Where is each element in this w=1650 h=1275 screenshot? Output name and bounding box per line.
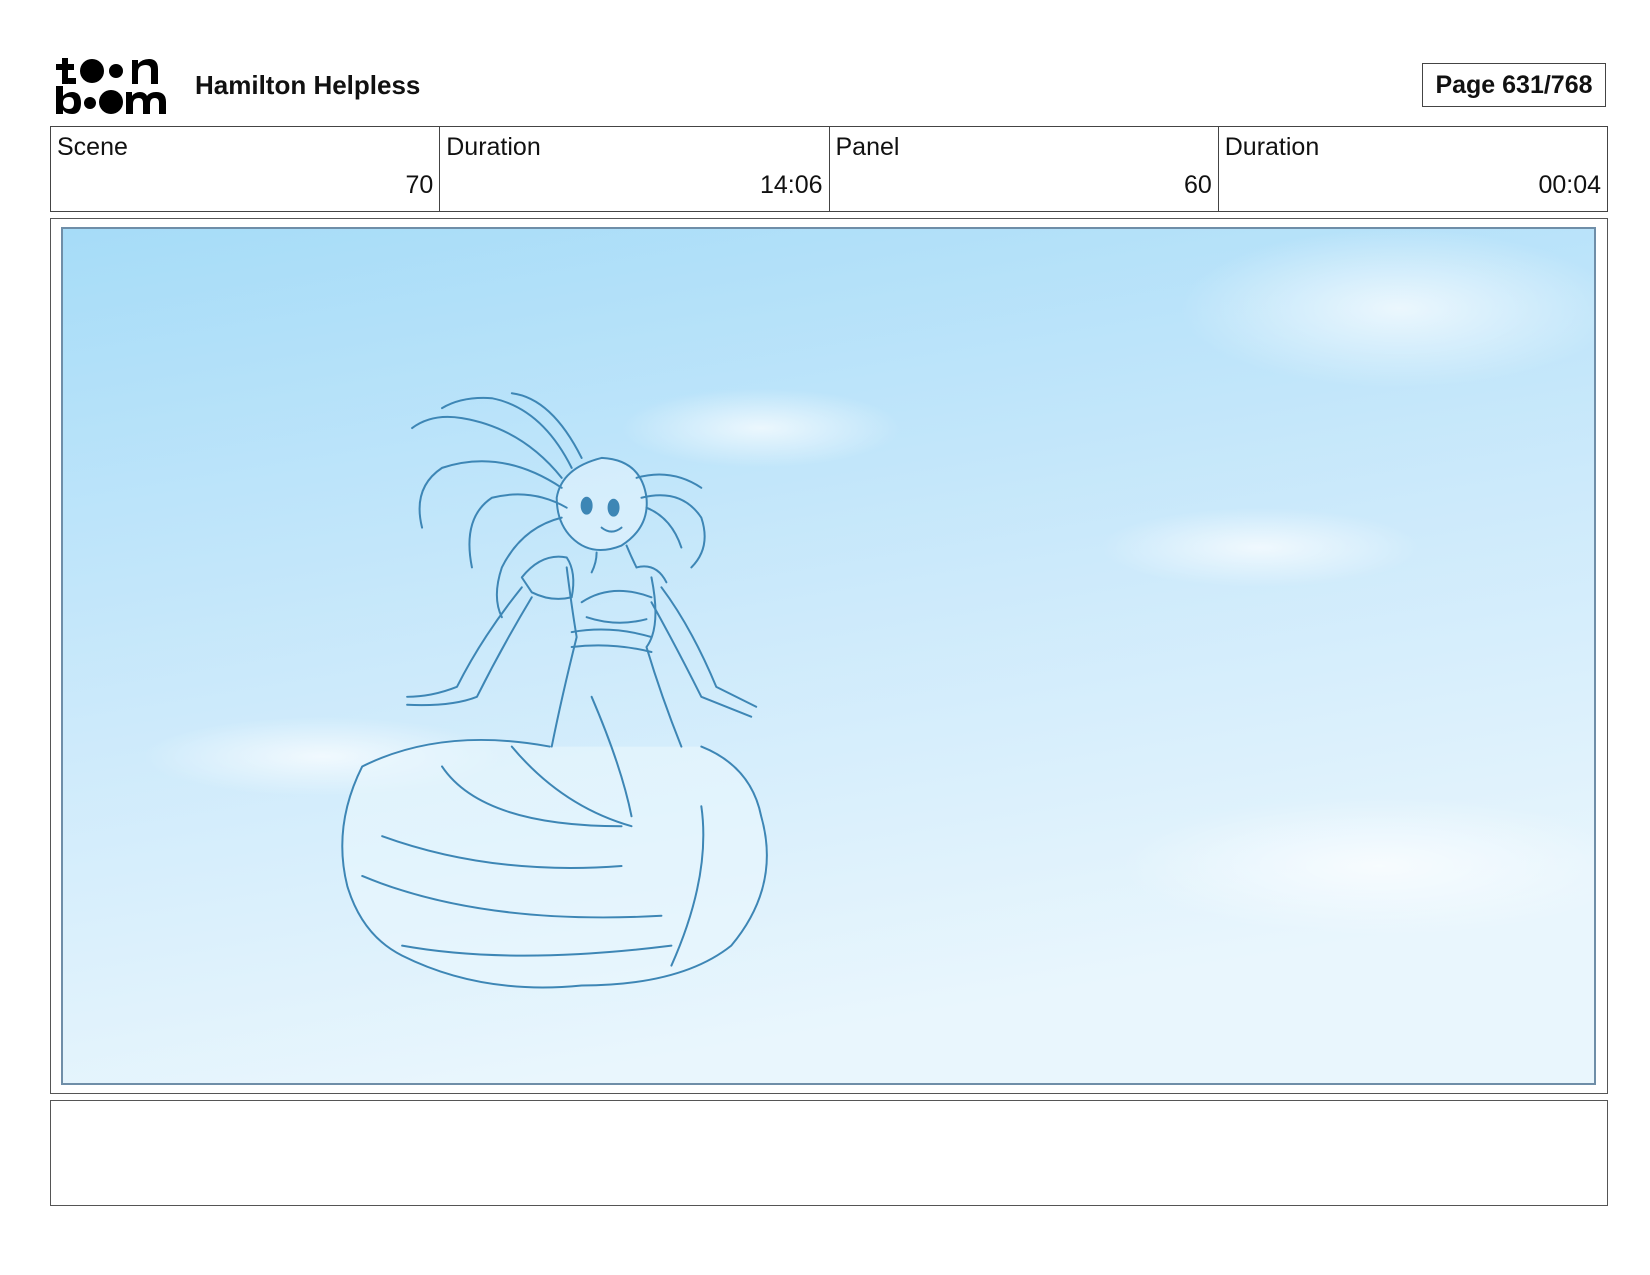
toonboom-logo <box>56 58 166 114</box>
page-indicator: Page 631/768 <box>1422 63 1606 107</box>
panel-label: Panel <box>835 133 900 161</box>
panel-frame <box>50 218 1608 1094</box>
storyboard-sketch-icon <box>63 229 1594 1083</box>
scene-duration-value: 14:06 <box>759 171 823 199</box>
document-title: Hamilton Helpless <box>195 70 421 100</box>
panel-cell: Panel 60 <box>830 127 1219 211</box>
panel-image <box>61 227 1596 1085</box>
panel-duration-cell: Duration 00:04 <box>1219 127 1607 211</box>
panel-duration-label: Duration <box>1224 133 1320 161</box>
panel-duration-value: 00:04 <box>1538 171 1601 199</box>
scene-cell: Scene 70 <box>51 127 441 211</box>
scene-duration-label: Duration <box>446 133 541 161</box>
scene-duration-cell: Duration 14:06 <box>440 127 830 211</box>
scene-value: 70 <box>405 171 434 199</box>
scene-label: Scene <box>57 133 128 161</box>
scene-info-row: Scene 70 Duration 14:06 Panel 60 Duratio… <box>50 126 1608 212</box>
panel-value: 60 <box>1183 171 1212 199</box>
panel-notes-box[interactable] <box>50 1100 1608 1206</box>
